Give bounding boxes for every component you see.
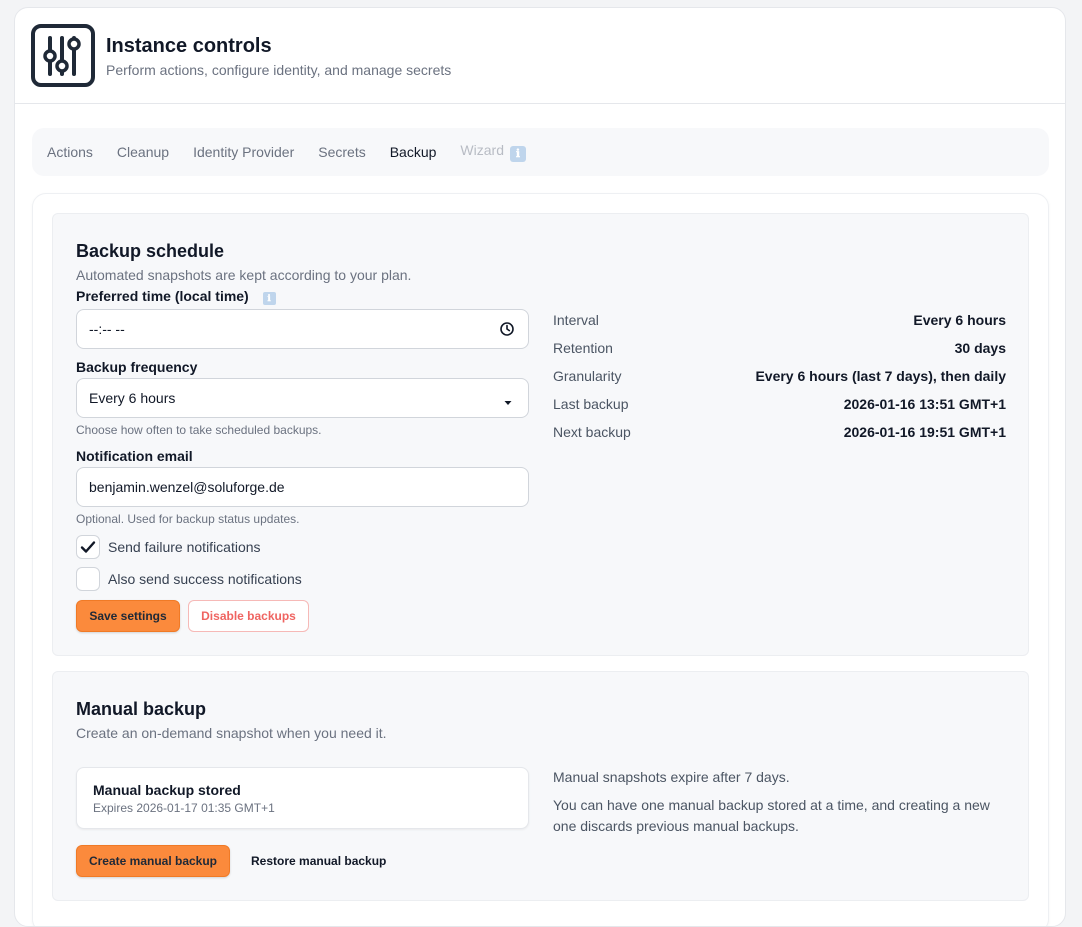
summary-row-granularity: Granularity Every 6 hours (last 7 days),… [553, 365, 1006, 393]
summary-key: Last backup [553, 396, 629, 412]
page-subtitle: Perform actions, configure identity, and… [106, 62, 452, 78]
create-manual-backup-button[interactable]: Create manual backup [76, 845, 230, 877]
instance-controls-card: Instance controls Perform actions, confi… [14, 7, 1066, 927]
info-icon[interactable]: ℹ [262, 292, 276, 305]
preferred-time-label: Preferred time (local time) ℹ [76, 288, 276, 305]
manual-backup-subtitle: Create an on-demand snapshot when you ne… [76, 725, 387, 741]
tab-backup[interactable]: Backup [390, 144, 437, 160]
summary-key: Interval [553, 312, 599, 328]
summary-value: 30 days [954, 340, 1006, 356]
summary-row-last-backup: Last backup 2026-01-16 13:51 GMT+1 [553, 393, 1006, 421]
failure-notifications-row[interactable]: Send failure notifications [76, 535, 261, 559]
backup-panel: Backup schedule Automated snapshots are … [32, 193, 1049, 926]
backup-schedule-subtitle: Automated snapshots are kept according t… [76, 267, 412, 283]
backup-schedule-section: Backup schedule Automated snapshots are … [52, 213, 1029, 656]
manual-backup-title: Manual backup [76, 699, 207, 719]
tab-bar: Actions Cleanup Identity Provider Secret… [32, 128, 1049, 176]
success-notifications-label: Also send success notifications [108, 571, 302, 587]
manual-backup-notes: Manual snapshots expire after 7 days. Yo… [553, 767, 1013, 837]
summary-value: 2026-01-16 13:51 GMT+1 [843, 396, 1006, 412]
tab-wizard: Wizard ℹ [460, 142, 526, 162]
backup-summary: Interval Every 6 hours Retention 30 days… [553, 309, 1006, 449]
summary-row-retention: Retention 30 days [553, 337, 1006, 365]
tab-identity-provider[interactable]: Identity Provider [193, 144, 294, 160]
tab-wizard-label: Wizard [460, 142, 504, 158]
summary-key: Next backup [553, 424, 631, 440]
summary-row-interval: Interval Every 6 hours [553, 309, 1006, 337]
success-notifications-row[interactable]: Also send success notifications [76, 567, 302, 591]
summary-row-next-backup: Next backup 2026-01-16 19:51 GMT+1 [553, 421, 1006, 449]
preferred-time-label-text: Preferred time (local time) [76, 288, 249, 304]
summary-key: Granularity [553, 368, 622, 384]
manual-backup-expires: Expires 2026-01-17 01:35 GMT+1 [93, 801, 275, 815]
notification-email-input[interactable]: benjamin.wenzel@soluforge.de [76, 467, 529, 507]
notification-email-label: Notification email [76, 448, 193, 464]
backup-frequency-hint: Choose how often to take scheduled backu… [76, 423, 322, 437]
summary-value: Every 6 hours [913, 312, 1006, 328]
preferred-time-input[interactable]: --:-- -- [76, 309, 529, 349]
tab-actions[interactable]: Actions [47, 144, 93, 160]
restore-manual-backup-button[interactable]: Restore manual backup [251, 854, 386, 868]
manual-backup-stored-title: Manual backup stored [93, 782, 241, 798]
save-settings-button[interactable]: Save settings [76, 600, 180, 632]
manual-backup-note-expiry: Manual snapshots expire after 7 days. [553, 769, 790, 785]
backup-frequency-select[interactable]: Every 6 hours [76, 378, 529, 418]
page-title: Instance controls [106, 35, 272, 57]
manual-backup-stored-card: Manual backup stored Expires 2026-01-17 … [76, 767, 529, 829]
summary-value: 2026-01-16 19:51 GMT+1 [843, 424, 1006, 440]
sliders-icon [31, 24, 95, 87]
backup-frequency-label: Backup frequency [76, 359, 198, 375]
failure-notifications-label: Send failure notifications [108, 539, 261, 555]
backup-schedule-title: Backup schedule [76, 241, 225, 261]
disable-backups-button[interactable]: Disable backups [188, 600, 309, 632]
summary-value: Every 6 hours (last 7 days), then daily [755, 368, 1006, 384]
summary-key: Retention [553, 340, 613, 356]
manual-backup-section: Manual backup Create an on-demand snapsh… [52, 671, 1029, 901]
notification-email-value: benjamin.wenzel@soluforge.de [89, 479, 285, 495]
tab-secrets[interactable]: Secrets [318, 144, 365, 160]
caret-down-icon [504, 393, 512, 409]
failure-notifications-checkbox[interactable] [76, 535, 100, 559]
page-header: Instance controls Perform actions, confi… [15, 8, 1065, 104]
backup-frequency-value: Every 6 hours [89, 390, 176, 406]
clock-icon[interactable] [499, 321, 515, 340]
preferred-time-value: --:-- -- [89, 321, 125, 337]
notification-email-hint: Optional. Used for backup status updates… [76, 512, 300, 526]
success-notifications-checkbox[interactable] [76, 567, 100, 591]
manual-backup-note-limit: You can have one manual backup stored at… [553, 797, 990, 834]
info-icon: ℹ [509, 146, 526, 162]
tab-cleanup[interactable]: Cleanup [117, 144, 169, 160]
